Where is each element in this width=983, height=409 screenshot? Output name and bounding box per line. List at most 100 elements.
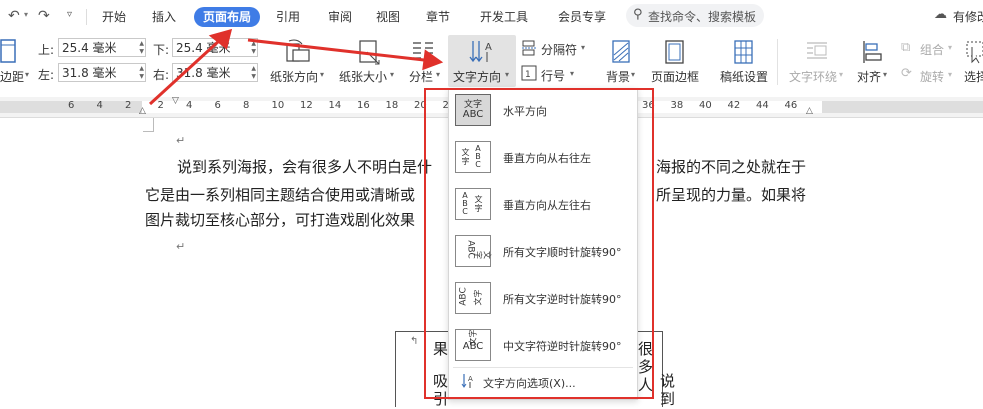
ruler-number: 6 bbox=[68, 100, 75, 111]
table-cell-char[interactable]: 人 bbox=[638, 374, 653, 395]
table-cell-char[interactable]: 到 bbox=[660, 388, 675, 409]
tab-references[interactable]: 引用 bbox=[272, 7, 304, 27]
table-anchor-icon: ↰ bbox=[410, 336, 419, 347]
text-wrap-button: 文字环绕 bbox=[789, 70, 838, 84]
search-box[interactable]: ⚲ 查找命令、搜索模板 bbox=[626, 4, 764, 27]
group-dropdown-icon: ▾ bbox=[948, 43, 953, 52]
columns-button[interactable]: 分栏 bbox=[409, 68, 433, 85]
align-button[interactable]: 对齐 bbox=[857, 68, 881, 85]
paragraph-line-1b[interactable]: 海报的不同之处就在于 bbox=[656, 156, 806, 177]
table-cell-char[interactable]: 果 bbox=[433, 338, 448, 359]
line-number-dropdown-icon[interactable]: ▾ bbox=[570, 69, 574, 78]
customize-qat-icon[interactable]: ▿ bbox=[67, 9, 72, 20]
manuscript-icon[interactable] bbox=[733, 39, 755, 65]
tab-page-layout[interactable]: 页面布局 bbox=[194, 7, 261, 27]
line-number-icon[interactable]: 1 bbox=[521, 65, 537, 81]
dd-rotate-cw[interactable]: ABC 文字 所有文字顺时针旋转90° bbox=[449, 231, 637, 271]
margins-dropdown-icon[interactable]: ▾ bbox=[25, 70, 29, 79]
tab-view[interactable]: 视图 bbox=[372, 7, 404, 27]
orientation-dropdown-icon[interactable]: ▾ bbox=[320, 70, 324, 79]
dd-vertical-ltr[interactable]: ABC文字 垂直方向从左往右 bbox=[449, 184, 637, 224]
ruler-number: 6 bbox=[214, 100, 221, 111]
separator-icon[interactable] bbox=[521, 40, 537, 56]
search-icon: ⚲ bbox=[633, 7, 643, 22]
line-number-button[interactable]: 行号 bbox=[541, 67, 565, 84]
table-cell-char[interactable]: 引 bbox=[433, 388, 448, 409]
select-button[interactable]: 选择 bbox=[964, 68, 983, 85]
margin-left-input[interactable]: 31.8 毫米 ▲ ▼ bbox=[58, 63, 146, 82]
columns-dropdown-icon[interactable]: ▾ bbox=[436, 70, 440, 79]
spinner-icon[interactable]: ▲ ▼ bbox=[139, 65, 144, 81]
margin-top-input[interactable]: 25.4 毫米 ▲ ▼ bbox=[58, 38, 146, 57]
margin-top-label: 上: bbox=[38, 43, 55, 57]
undo-dropdown-icon[interactable]: ▾ bbox=[24, 10, 28, 19]
rotate-dropdown-icon: ▾ bbox=[948, 70, 953, 79]
rotate-button: 旋转 bbox=[920, 70, 945, 84]
undo-icon[interactable]: ↶ bbox=[8, 8, 20, 24]
align-icon[interactable] bbox=[861, 39, 883, 65]
ruler-number: 40 bbox=[699, 100, 712, 111]
paragraph-line-2a[interactable]: 它是由一系列相同主题结合使用或清晰或 bbox=[145, 184, 415, 205]
separator-button[interactable]: 分隔符 bbox=[541, 41, 577, 58]
spinner-icon[interactable]: ▲ ▼ bbox=[251, 65, 256, 81]
separator-dropdown-icon[interactable]: ▾ bbox=[581, 43, 585, 52]
margins-button-label[interactable]: 边距 bbox=[0, 68, 24, 85]
orientation-icon[interactable] bbox=[283, 38, 311, 66]
dd-label: 中文字符逆时针旋转90° bbox=[503, 340, 622, 353]
dd-vertical-rtl[interactable]: ABC文字 垂直方向从右往左 bbox=[449, 137, 637, 177]
right-indent-marker-icon[interactable]: △ bbox=[806, 106, 813, 116]
tab-home[interactable]: 开始 bbox=[98, 7, 130, 27]
manuscript-button[interactable]: 稿纸设置 bbox=[720, 68, 768, 85]
redo-icon[interactable]: ↷ bbox=[38, 8, 50, 24]
tab-developer[interactable]: 开发工具 bbox=[476, 7, 532, 27]
align-dropdown-icon[interactable]: ▾ bbox=[883, 70, 887, 79]
background-button[interactable]: 背景 bbox=[606, 68, 630, 85]
spinner-icon[interactable]: ▲ ▼ bbox=[139, 40, 144, 56]
text-direction-label: 文字方向 bbox=[453, 70, 502, 84]
tab-chapter[interactable]: 章节 bbox=[422, 7, 454, 27]
tab-review[interactable]: 审阅 bbox=[324, 7, 356, 27]
margins-icon[interactable] bbox=[0, 39, 18, 65]
paragraph-mark: ↵ bbox=[176, 134, 186, 147]
paragraph-line-3[interactable]: 图片裁切至核心部分，可打造戏剧化效果 bbox=[145, 209, 415, 230]
background-icon[interactable] bbox=[611, 39, 633, 65]
paragraph-line-2b[interactable]: 所呈现的力量。如果将 bbox=[656, 184, 806, 205]
group-button: 组合 bbox=[920, 43, 945, 57]
columns-icon[interactable] bbox=[411, 39, 435, 65]
select-icon[interactable] bbox=[964, 39, 983, 65]
dd-label: 水平方向 bbox=[503, 105, 547, 118]
paragraph-line-1a[interactable]: 说到系列海报，会有很多人不明白是什 bbox=[177, 156, 432, 177]
dd-text-direction-options[interactable]: A 文字方向选项(X)... bbox=[449, 369, 637, 395]
spinner-icon[interactable]: ▲ ▼ bbox=[251, 40, 256, 56]
ruler-number: 2 bbox=[157, 100, 164, 111]
margin-right-label: 右: bbox=[153, 68, 170, 82]
page-border-button[interactable]: 页面边框 bbox=[651, 68, 699, 85]
margin-right-input[interactable]: 31.8 毫米 ▲ ▼ bbox=[172, 63, 258, 82]
text-direction-button[interactable]: A 文字方向 ▾ bbox=[448, 35, 516, 87]
ruler-number: 14 bbox=[328, 100, 342, 111]
margin-bottom-input[interactable]: 25.4 毫米 ▲ ▼ bbox=[172, 38, 258, 57]
paper-size-dropdown-icon[interactable]: ▾ bbox=[390, 70, 394, 79]
orientation-button[interactable]: 纸张方向 bbox=[270, 68, 318, 85]
horizontal-text-icon: 文字 ABC bbox=[455, 94, 491, 126]
dd-horizontal[interactable]: 文字 ABC 水平方向 bbox=[449, 90, 637, 130]
rotate-icon: ⟳ bbox=[901, 66, 912, 81]
indent-bottom-marker-icon[interactable]: △ bbox=[139, 106, 146, 116]
ruler-number: 12 bbox=[300, 100, 313, 111]
unsaved-status[interactable]: 有修改 bbox=[953, 8, 983, 25]
tab-insert[interactable]: 插入 bbox=[148, 7, 180, 27]
ruler-right-margin bbox=[822, 101, 983, 113]
background-dropdown-icon[interactable]: ▾ bbox=[631, 70, 635, 79]
text-direction-dropdown: 文字 ABC 水平方向 ABC文字 垂直方向从右往左 ABC文字 垂直方向从左往右… bbox=[448, 88, 638, 400]
dd-chinese-ccw[interactable]: 文字 ABC 中文字符逆时针旋转90° bbox=[449, 325, 637, 365]
rotate-ccw-icon: ABC 文字 bbox=[455, 282, 491, 314]
page-border-icon[interactable] bbox=[664, 39, 686, 65]
ruler-number: 4 bbox=[96, 100, 103, 111]
dd-rotate-ccw[interactable]: ABC 文字 所有文字逆时针旋转90° bbox=[449, 278, 637, 318]
paper-size-icon[interactable] bbox=[357, 38, 383, 66]
text-direction-icon: A bbox=[469, 41, 492, 63]
paper-size-button[interactable]: 纸张大小 bbox=[339, 68, 387, 85]
text-wrap-icon bbox=[807, 42, 827, 59]
indent-top-marker-icon[interactable]: ▽ bbox=[172, 96, 179, 106]
tab-member[interactable]: 会员专享 bbox=[554, 7, 610, 27]
